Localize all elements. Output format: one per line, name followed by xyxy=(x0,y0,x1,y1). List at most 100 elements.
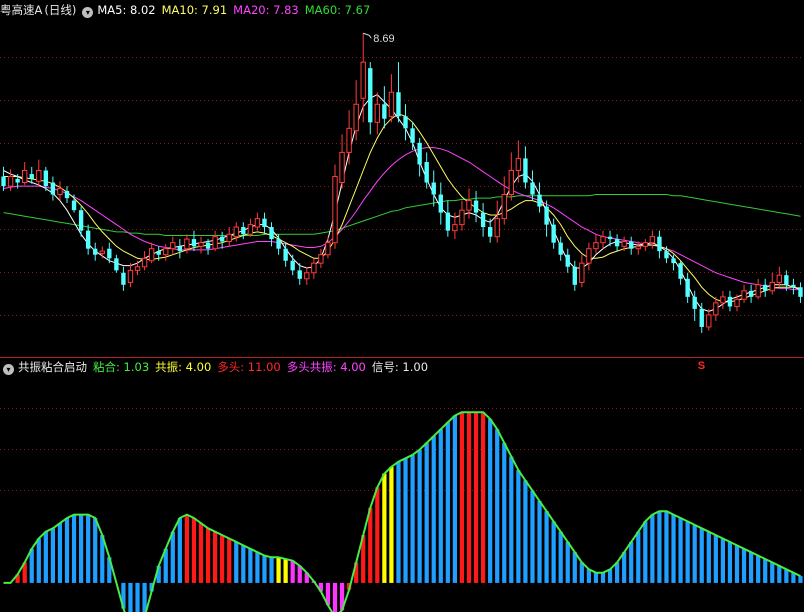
candle xyxy=(649,230,656,249)
indicator-bar xyxy=(713,535,718,583)
indicator-bar xyxy=(756,555,761,583)
candle xyxy=(798,282,803,303)
indicator-bar xyxy=(29,548,34,583)
candle xyxy=(212,230,218,252)
indicator-bar xyxy=(629,541,634,583)
candlestick-series xyxy=(1,33,803,333)
indicator-bar xyxy=(452,415,458,583)
indicator-bar xyxy=(368,507,373,583)
indicator-bar xyxy=(234,541,239,583)
indicator-bar xyxy=(389,466,394,583)
candle xyxy=(219,231,225,249)
indicator-bar xyxy=(205,528,211,583)
indicator-bar xyxy=(558,531,563,583)
indicator-bar xyxy=(86,514,91,583)
candle xyxy=(198,236,204,254)
resonance-readout: 共振: 4.00 xyxy=(155,360,212,374)
candle xyxy=(572,260,577,291)
indicator-bar xyxy=(403,458,408,583)
candle xyxy=(226,227,232,247)
indicator-bar xyxy=(78,514,84,583)
indicator-bar xyxy=(438,429,443,583)
indicator-bar xyxy=(706,531,711,583)
candle xyxy=(388,74,395,123)
indicator-bar xyxy=(530,490,535,583)
candle xyxy=(600,230,606,249)
candle xyxy=(523,146,528,189)
candle xyxy=(254,212,261,231)
indicator-bar xyxy=(50,528,56,583)
candle xyxy=(290,254,295,276)
indicator-bar xyxy=(586,569,592,583)
candle xyxy=(614,234,620,252)
candle xyxy=(403,104,408,141)
indicator-bar xyxy=(650,514,655,583)
period-label: (日线) xyxy=(44,3,77,17)
indicator-bar xyxy=(480,412,486,583)
candle xyxy=(741,284,747,303)
indicator-bar xyxy=(777,565,782,583)
ma60-readout: MA60: 7.67 xyxy=(304,3,371,17)
indicator-bar xyxy=(516,470,521,583)
candle xyxy=(311,258,317,279)
indicator-panel-header: ▾ 共振粘合启动 粘合: 1.03 共振: 4.00 多头: 11.00 多头共振: 4.… xyxy=(0,359,434,375)
candle xyxy=(276,234,281,255)
indicator-bar xyxy=(607,569,613,583)
candle xyxy=(494,200,500,243)
candle xyxy=(586,242,592,271)
candle xyxy=(93,242,98,261)
candle xyxy=(537,182,542,213)
indicator-bar xyxy=(220,535,225,583)
candle xyxy=(21,162,28,185)
indicator-bar xyxy=(170,531,175,583)
candle xyxy=(763,278,768,297)
chevron-down-icon[interactable]: ▾ xyxy=(3,364,14,375)
indicator-bar xyxy=(241,545,246,583)
indicator-bar xyxy=(473,412,479,583)
candle xyxy=(629,236,634,255)
indicator-bar xyxy=(488,418,493,583)
candle xyxy=(114,254,119,273)
candle xyxy=(57,181,63,201)
indicator-bar xyxy=(544,511,549,583)
candle xyxy=(134,260,141,276)
candle xyxy=(459,200,465,231)
indicator-bar xyxy=(671,514,676,583)
indicator-bar xyxy=(509,456,514,583)
indicator-bar xyxy=(142,582,147,612)
chevron-down-icon[interactable]: ▾ xyxy=(82,7,94,18)
indicator-bar xyxy=(692,524,697,583)
indicator-bar xyxy=(375,487,380,583)
candle xyxy=(121,266,126,291)
bull-readout: 多头: 11.00 xyxy=(217,360,281,374)
stick-readout: 粘合: 1.03 xyxy=(93,360,150,374)
indicator-bar xyxy=(212,531,218,583)
indicator-bar xyxy=(396,461,401,583)
candle xyxy=(85,224,91,255)
indicator-bar xyxy=(198,523,204,583)
indicator-bar xyxy=(227,538,232,583)
candle xyxy=(776,266,783,288)
candle xyxy=(360,33,366,123)
candle xyxy=(247,218,254,237)
indicator-bar xyxy=(614,562,620,583)
price-panel-header: 粤高速A (日线) ▾ MA5: 8.02 MA10: 7.91 MA20: 7.83 MA… xyxy=(0,2,376,18)
indicator-bar xyxy=(332,582,338,612)
ma20-readout: MA20: 7.83 xyxy=(233,3,299,17)
candle xyxy=(748,284,754,303)
indicator-bar xyxy=(523,480,528,583)
indicator-bar xyxy=(191,518,197,583)
candle xyxy=(657,230,662,259)
indicator-bar xyxy=(184,514,190,583)
candle xyxy=(431,170,436,207)
candle xyxy=(558,236,563,261)
candle xyxy=(678,260,683,285)
indicator-bar xyxy=(71,514,77,583)
candle xyxy=(635,241,641,255)
indicator-bar xyxy=(798,576,803,583)
indicator-bar xyxy=(643,521,648,583)
sell-signal-mark: S xyxy=(698,360,705,372)
candle xyxy=(127,263,134,288)
candle xyxy=(784,270,789,291)
bull-resonance-readout: 多头共振: 4.00 xyxy=(286,360,366,374)
